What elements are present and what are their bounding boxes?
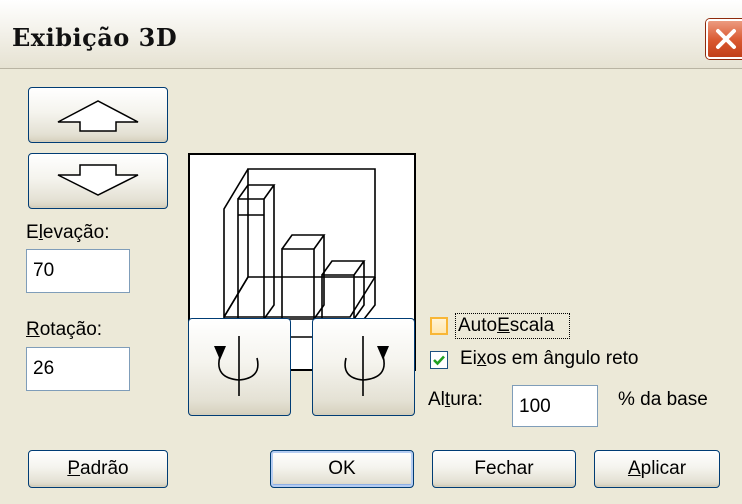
- elevation-down-button[interactable]: [28, 153, 168, 209]
- right-angle-axes-label[interactable]: Eixos em ângulo reto: [460, 348, 639, 370]
- ok-button[interactable]: OK: [270, 450, 414, 488]
- dialog-window: Exibição 3D Elevação: 70 Rotação: 26 Aut…: [0, 0, 742, 504]
- height-input[interactable]: 100: [512, 385, 598, 427]
- ok-label: OK: [328, 458, 356, 479]
- autoscale-checkbox[interactable]: [430, 317, 448, 335]
- window-title: Exibição 3D: [12, 23, 178, 52]
- height-unit-label: % da base: [618, 389, 708, 410]
- checkmark-icon: [433, 355, 445, 366]
- rotate-right-icon: [344, 336, 389, 396]
- close-label: Fechar: [474, 458, 534, 479]
- dialog-body: Elevação: 70 Rotação: 26 AutoEscala Eixo…: [0, 69, 742, 504]
- rotate-left-button[interactable]: [188, 318, 291, 416]
- rotation-label: Rotação:: [26, 319, 103, 340]
- rotate-right-button[interactable]: [312, 318, 415, 416]
- arrow-up-icon: [57, 100, 139, 132]
- rotate-left-icon: [214, 336, 259, 396]
- title-bar[interactable]: Exibição 3D: [0, 0, 742, 69]
- elevation-up-button[interactable]: [28, 87, 168, 143]
- close-dialog-button[interactable]: Fechar: [432, 450, 576, 488]
- default-button[interactable]: Padrão: [28, 450, 168, 488]
- arrow-down-icon: [57, 164, 139, 196]
- close-icon: [716, 29, 736, 49]
- right-angle-axes-checkbox[interactable]: [430, 351, 448, 369]
- height-label: Altura:: [428, 389, 483, 410]
- close-button[interactable]: [706, 19, 742, 59]
- autoscale-label[interactable]: AutoEscala: [458, 315, 554, 337]
- elevation-input[interactable]: 70: [26, 249, 130, 293]
- apply-button[interactable]: Aplicar: [594, 450, 720, 488]
- rotation-input[interactable]: 26: [26, 347, 130, 391]
- elevation-label: Elevação:: [26, 222, 110, 243]
